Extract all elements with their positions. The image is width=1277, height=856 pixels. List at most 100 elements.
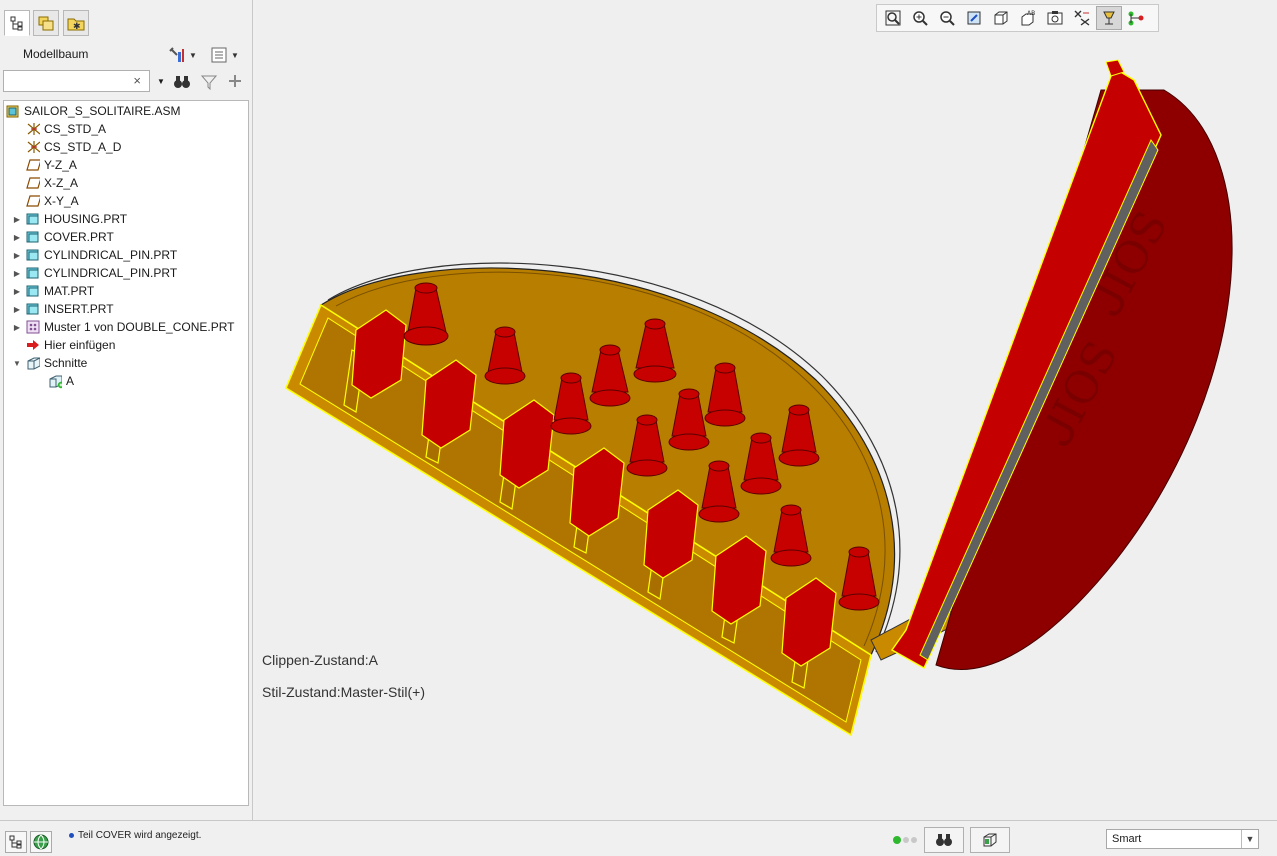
tab-folder-browser[interactable] — [33, 10, 59, 36]
expand-down-icon[interactable]: ▼ — [12, 358, 22, 368]
expand-right-icon[interactable]: ▶ — [12, 268, 22, 278]
find-binoculars-icon — [936, 834, 952, 846]
saved-orientations-button[interactable]: AB — [1015, 6, 1041, 30]
spin-center-icon — [1128, 11, 1144, 26]
expand-right-icon[interactable]: ▶ — [12, 322, 22, 332]
tree-item-label: Y-Z_A — [44, 158, 77, 172]
tree-item-label: X-Y_A — [44, 194, 79, 208]
coordinate-system-icon — [26, 122, 40, 136]
zoom-out-icon — [940, 11, 955, 26]
tree-item-label: CYLINDRICAL_PIN.PRT — [44, 248, 178, 262]
tree-item[interactable]: A — [48, 372, 74, 390]
tree-item-label: CS_STD_A_D — [44, 140, 122, 154]
tree-item-label: INSERT.PRT — [44, 302, 114, 316]
refit-button[interactable] — [880, 6, 906, 30]
favorites-icon: ✱ — [67, 18, 85, 31]
message-dot-icon — [69, 833, 74, 838]
tree-item-label: HOUSING.PRT — [44, 212, 128, 226]
tree-item-label: CYLINDRICAL_PIN.PRT — [44, 266, 178, 280]
insert-here-arrow-icon — [26, 338, 40, 352]
datum-display-icon — [1074, 10, 1090, 26]
tab-model-tree[interactable] — [4, 10, 30, 36]
tree-item-label: Hier einfügen — [44, 338, 116, 352]
toggle-navigator-button[interactable] — [5, 831, 27, 853]
tree-item[interactable]: SAILOR_S_SOLITAIRE.ASM — [6, 102, 181, 120]
datum-plane-icon — [26, 176, 40, 190]
zoom-out-button[interactable] — [934, 6, 960, 30]
model-tree-icon — [10, 16, 23, 31]
display-style-button[interactable] — [988, 6, 1014, 30]
tree-item-label: X-Z_A — [44, 176, 79, 190]
tree-settings-button[interactable]: ▼ — [168, 44, 197, 66]
tree-item-label: COVER.PRT — [44, 230, 114, 244]
expand-right-icon[interactable]: ▶ — [12, 286, 22, 296]
tree-item[interactable]: ▶ CYLINDRICAL_PIN.PRT — [12, 264, 177, 282]
section-icon — [48, 374, 62, 389]
saved-orientations-icon: AB — [1021, 10, 1035, 26]
pattern-icon — [26, 320, 40, 334]
selection-filter-dropdown[interactable]: Smart ▼ — [1106, 829, 1259, 849]
tree-item[interactable]: CS_STD_A_D — [12, 138, 121, 156]
tools-icon — [169, 47, 184, 62]
tree-item[interactable]: ▶ COVER.PRT — [12, 228, 114, 246]
search-history-dropdown[interactable]: ▼ — [157, 77, 165, 86]
svg-text:AB: AB — [1027, 10, 1035, 17]
find-binoculars-icon[interactable] — [173, 74, 191, 90]
tree-item[interactable]: ▶ Muster 1 von DOUBLE_CONE.PRT — [12, 318, 235, 336]
chevron-down-icon: ▼ — [231, 50, 239, 60]
expand-right-icon[interactable]: ▶ — [12, 232, 22, 242]
refit-icon — [885, 10, 901, 26]
clear-search-icon[interactable]: × — [133, 73, 141, 88]
zoom-in-icon — [913, 11, 928, 26]
selection-geometry-button[interactable] — [970, 827, 1010, 853]
view-manager-button[interactable] — [1042, 6, 1068, 30]
expand-right-icon[interactable]: ▶ — [12, 304, 22, 314]
tree-item[interactable]: CS_STD_A — [12, 120, 106, 138]
chevron-down-icon: ▼ — [189, 50, 197, 60]
panel-title: Modellbaum — [23, 47, 89, 61]
tree-item[interactable]: Y-Z_A — [12, 156, 77, 174]
part-icon — [26, 248, 40, 262]
part-icon — [26, 266, 40, 280]
tree-item[interactable]: ▶ CYLINDRICAL_PIN.PRT — [12, 246, 177, 264]
toggle-browser-button[interactable] — [30, 831, 52, 853]
selection-filter-value: Smart — [1112, 833, 1142, 845]
tree-item[interactable]: ▶ MAT.PRT — [12, 282, 94, 300]
spin-center-button[interactable] — [1123, 6, 1149, 30]
model-tree-icon — [9, 835, 22, 849]
view-manager-icon — [1047, 11, 1063, 25]
find-button[interactable] — [924, 827, 964, 853]
repaint-button[interactable] — [961, 6, 987, 30]
chevron-down-icon: ▼ — [1241, 830, 1258, 848]
folder-browser-icon — [38, 16, 54, 31]
annotation-display-button[interactable] — [1096, 6, 1122, 30]
tab-favorites[interactable]: ✱ — [63, 10, 89, 36]
tree-item[interactable]: Hier einfügen — [12, 336, 115, 354]
search-field[interactable]: × — [3, 70, 150, 92]
search-input[interactable] — [7, 72, 131, 92]
tree-item[interactable]: ▶ INSERT.PRT — [12, 300, 114, 318]
tree-item-label: MAT.PRT — [44, 284, 95, 298]
filter-icon[interactable] — [201, 74, 217, 90]
add-icon[interactable] — [228, 74, 242, 88]
part-icon — [26, 212, 40, 226]
tree-item[interactable]: X-Y_A — [12, 192, 79, 210]
tree-item[interactable]: ▼ Schnitte — [12, 354, 87, 372]
tree-item[interactable]: X-Z_A — [12, 174, 78, 192]
part-icon — [26, 302, 40, 316]
tree-item[interactable]: ▶ HOUSING.PRT — [12, 210, 127, 228]
expand-right-icon[interactable]: ▶ — [12, 214, 22, 224]
panel-tab-bar: ✱ — [0, 0, 252, 40]
datum-plane-icon — [26, 158, 40, 172]
list-view-icon — [211, 47, 227, 63]
show-menu-button[interactable]: ▼ — [210, 44, 239, 66]
zoom-in-button[interactable] — [907, 6, 933, 30]
expand-right-icon[interactable]: ▶ — [12, 250, 22, 260]
sections-icon — [26, 356, 40, 370]
datum-display-button[interactable] — [1069, 6, 1095, 30]
assembly-icon — [6, 104, 20, 118]
